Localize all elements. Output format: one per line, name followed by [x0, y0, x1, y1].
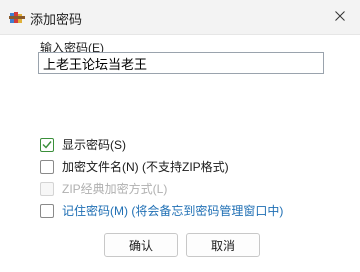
show-password-checkbox[interactable]: [40, 137, 54, 152]
password-input[interactable]: [38, 52, 324, 74]
checkmark-icon: [42, 141, 52, 149]
cancel-button[interactable]: 取消: [186, 233, 260, 257]
zip-legacy-checkbox: [40, 181, 54, 196]
encrypt-filenames-label: 加密文件名(N) (不支持ZIP格式): [62, 160, 229, 174]
encrypt-filenames-checkbox-row[interactable]: 加密文件名(N) (不支持ZIP格式): [40, 158, 229, 175]
show-password-label: 显示密码(S): [62, 138, 126, 152]
close-icon: [335, 10, 345, 24]
zip-legacy-label: ZIP经典加密方式(L): [62, 182, 168, 196]
encrypt-filenames-checkbox[interactable]: [40, 159, 54, 174]
ok-button[interactable]: 确认: [104, 233, 178, 257]
show-password-checkbox-row[interactable]: 显示密码(S): [40, 136, 126, 153]
remember-password-checkbox[interactable]: [40, 203, 54, 218]
remember-password-checkbox-row[interactable]: 记住密码(M) (将会备忘到密码管理窗口中): [40, 202, 283, 219]
zip-legacy-checkbox-row: ZIP经典加密方式(L): [40, 180, 167, 197]
winrar-books-icon: [9, 10, 25, 24]
window-title: 添加密码: [30, 12, 83, 27]
remember-password-label[interactable]: 记住密码(M) (将会备忘到密码管理窗口中): [62, 202, 283, 219]
title-bar: 添加密码: [0, 0, 360, 35]
close-button[interactable]: [320, 0, 360, 34]
